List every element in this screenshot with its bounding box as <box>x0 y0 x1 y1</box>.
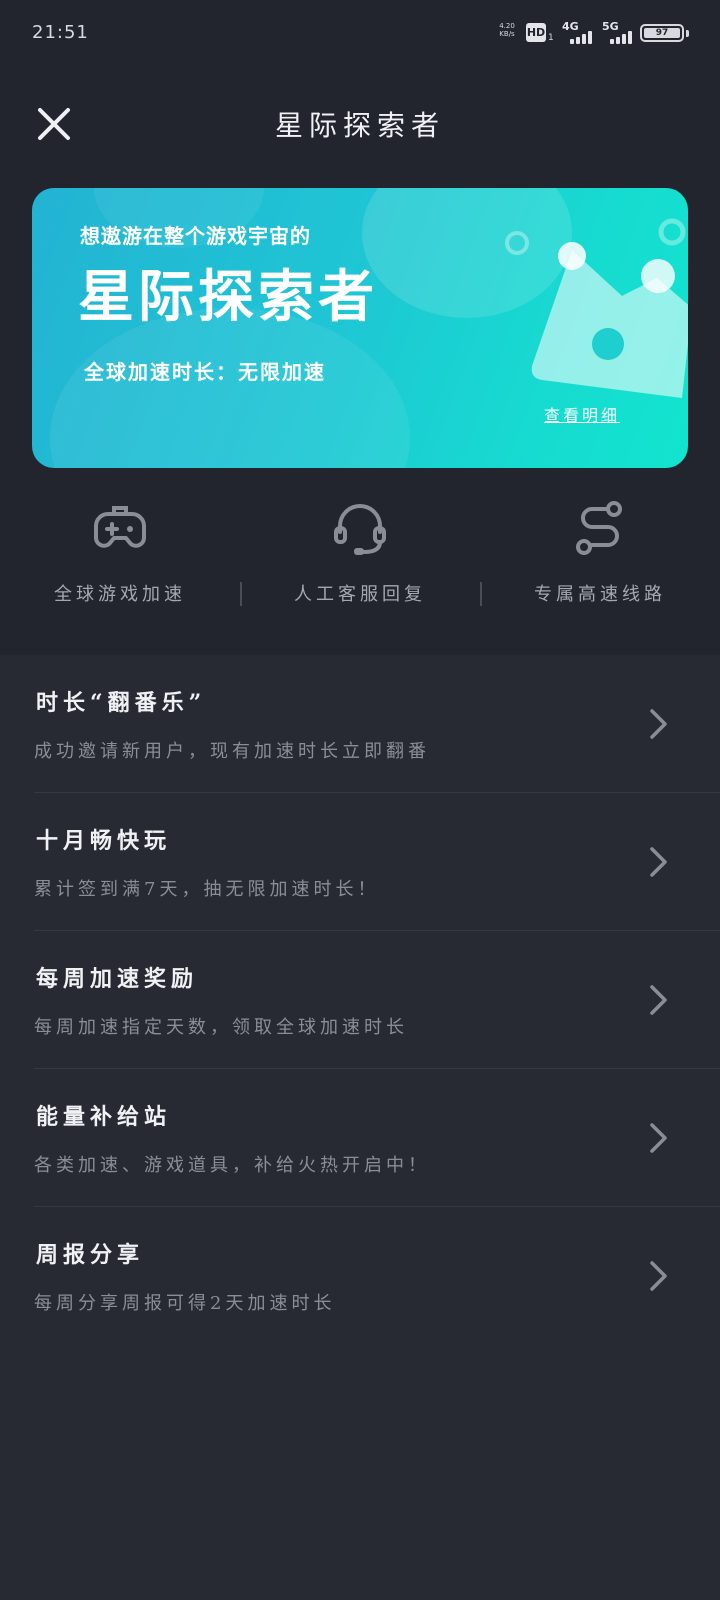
list-item-title: 时长“翻番乐” <box>36 690 207 716</box>
list-item-desc: 每周加速指定天数，领取全球加速时长 <box>34 1017 408 1038</box>
list-item-weekly-reward[interactable]: 每周加速奖励 每周加速指定天数，领取全球加速时长 <box>0 931 720 1069</box>
activity-list: 时长“翻番乐” 成功邀请新用户，现有加速时长立即翻番 十月畅快玩 累计签到满7天… <box>0 655 720 1345</box>
chevron-right-icon <box>650 847 667 877</box>
feature-dedicated-route: 专属高速线路 <box>480 500 720 620</box>
list-item-desc: 每周分享周报可得2天加速时长 <box>34 1293 336 1314</box>
chevron-right-icon <box>650 985 667 1015</box>
battery-tip <box>686 30 689 37</box>
signal-4g: 4G <box>562 20 602 44</box>
list-item-october-play[interactable]: 十月畅快玩 累计签到满7天，抽无限加速时长！ <box>0 793 720 931</box>
signal-5g: 5G <box>602 20 642 44</box>
signal-5g-bars-icon <box>610 30 640 44</box>
list-item-energy-station[interactable]: 能量补给站 各类加速、游戏道具，补给火热开启中！ <box>0 1069 720 1207</box>
crown-icon <box>505 218 688 398</box>
feature-global-acceleration: 全球游戏加速 <box>0 500 240 620</box>
list-item-desc: 成功邀请新用户，现有加速时长立即翻番 <box>34 741 430 762</box>
status-time: 21:51 <box>32 22 89 43</box>
list-item-title: 十月畅快玩 <box>36 828 172 854</box>
gamepad-icon <box>94 506 146 548</box>
network-speed-value: 4.20 <box>499 22 515 30</box>
feature-label: 专属高速线路 <box>534 584 666 605</box>
feature-customer-service: 人工客服回复 <box>240 500 480 620</box>
feature-label: 人工客服回复 <box>294 584 426 605</box>
chevron-right-icon <box>650 1261 667 1291</box>
signal-4g-bars-icon <box>570 30 600 44</box>
route-icon <box>576 501 622 555</box>
hd-sub: 1 <box>548 33 554 43</box>
hd-badge: HD <box>526 23 546 42</box>
page-title: 星际探索者 <box>274 109 445 142</box>
network-speed-unit: KB/s <box>499 30 515 38</box>
network-speed: 4.20 KB/s <box>496 22 518 38</box>
feature-row: 全球游戏加速 人工客服回复 专属高速线路 <box>0 500 720 620</box>
banner-duration: 全球加速时长：无限加速 <box>84 360 326 384</box>
banner-title: 星际探索者 <box>78 265 378 330</box>
chevron-right-icon <box>650 709 667 739</box>
list-item-title: 每周加速奖励 <box>36 966 199 992</box>
list-item-title: 能量补给站 <box>36 1104 172 1130</box>
battery-icon: 97 <box>640 24 684 42</box>
list-item-title: 周报分享 <box>36 1242 145 1268</box>
headset-icon <box>334 504 386 555</box>
banner-subtitle: 想遨游在整个游戏宇宙的 <box>80 224 311 248</box>
membership-banner[interactable]: 想遨游在整个游戏宇宙的 星际探索者 全球加速时长：无限加速 查看明细 <box>32 188 688 468</box>
chevron-right-icon <box>650 1123 667 1153</box>
feature-label: 全球游戏加速 <box>54 584 186 605</box>
list-item-desc: 累计签到满7天，抽无限加速时长！ <box>34 879 380 900</box>
battery-level: 97 <box>655 28 669 38</box>
list-item-desc: 各类加速、游戏道具，补给火热开启中！ <box>34 1155 430 1176</box>
view-details-link[interactable]: 查看明细 <box>544 402 620 426</box>
list-item-weekly-report-share[interactable]: 周报分享 每周分享周报可得2天加速时长 <box>0 1207 720 1345</box>
list-item-double-time[interactable]: 时长“翻番乐” 成功邀请新用户，现有加速时长立即翻番 <box>0 655 720 793</box>
status-bar: 21:51 4.20 KB/s HD 1 4G 5G 97 <box>0 0 720 66</box>
